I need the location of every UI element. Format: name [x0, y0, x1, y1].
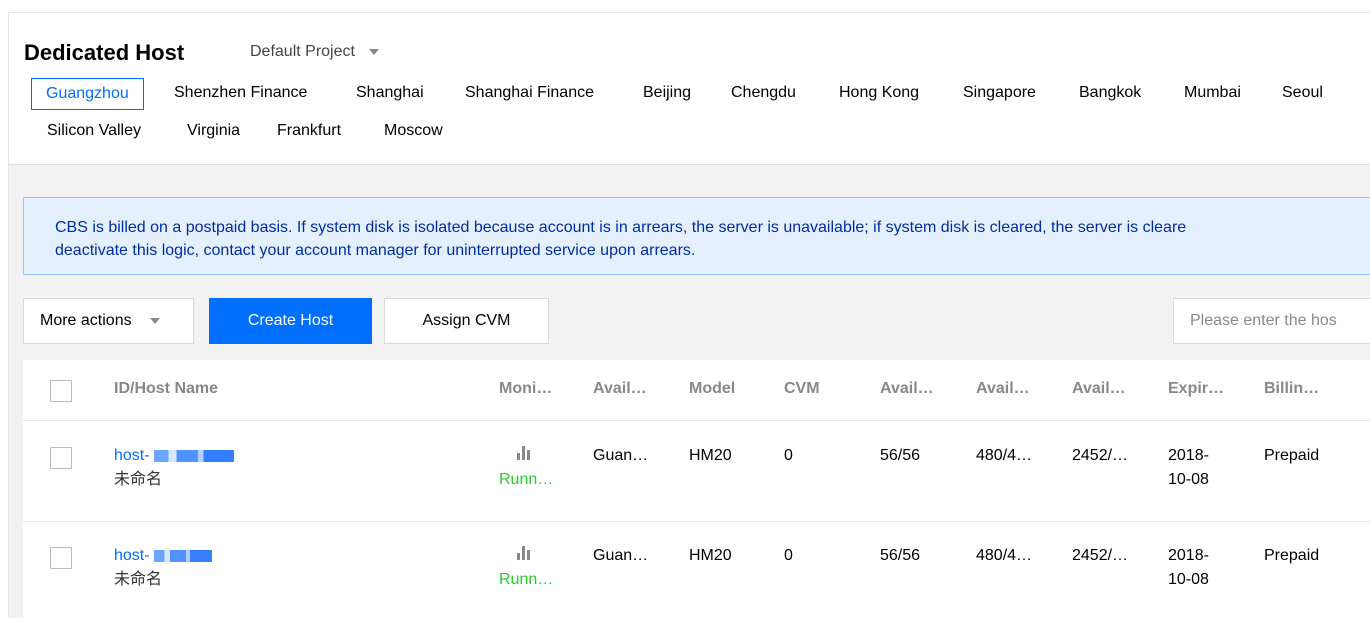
- table-row: host- 未命名 Runn… Guan… HM20 0 56/56 480/4…: [23, 522, 1370, 618]
- billing-notice: CBS is billed on a postpaid basis. If sy…: [23, 197, 1370, 275]
- caret-down-icon: [149, 318, 160, 324]
- region-tab-shanghai-finance[interactable]: Shanghai Finance: [465, 78, 594, 110]
- notice-line-2: deactivate this logic, contact your acco…: [55, 242, 696, 259]
- redacted-id: [153, 450, 234, 462]
- column-header-expiry[interactable]: Expir…: [1168, 380, 1224, 398]
- row-checkbox[interactable]: [50, 447, 72, 469]
- expiry-date-line-2: 10-08: [1168, 571, 1209, 588]
- page-title: Dedicated Host: [24, 40, 185, 65]
- column-header-monitoring[interactable]: Moni…: [499, 380, 552, 398]
- host-id: host-: [114, 547, 150, 564]
- column-header-billing[interactable]: Billin…: [1264, 380, 1319, 398]
- column-header-available-memory[interactable]: Avail…: [976, 380, 1030, 398]
- billing-cell: Prepaid: [1264, 447, 1320, 464]
- region-tab-singapore[interactable]: Singapore: [963, 78, 1036, 110]
- vcpu-cell: 56/56: [880, 547, 921, 564]
- cvm-cell: 0: [784, 547, 793, 564]
- column-header-model[interactable]: Model: [689, 380, 735, 398]
- table-row: host- 未命名 Runn… Guan… HM20 0 56/56 480/4…: [23, 422, 1370, 522]
- host-table: ID/Host Name Moni… Avail… Model CVM Avai…: [23, 360, 1370, 618]
- region-tab-mumbai[interactable]: Mumbai: [1184, 78, 1241, 110]
- region-tab-virginia[interactable]: Virginia: [187, 116, 240, 148]
- table-header: ID/Host Name Moni… Avail… Model CVM Avai…: [23, 360, 1370, 421]
- more-actions-label: More actions: [40, 312, 132, 329]
- region-tab-moscow[interactable]: Moscow: [384, 116, 443, 148]
- host-id: host-: [114, 447, 150, 464]
- region-tab-beijing[interactable]: Beijing: [643, 78, 691, 110]
- caret-down-icon: [368, 49, 379, 55]
- vcpu-cell: 56/56: [880, 447, 921, 464]
- host-name: 未命名: [114, 571, 163, 588]
- search-input[interactable]: Please enter the hos: [1173, 298, 1370, 344]
- billing-cell: Prepaid: [1264, 547, 1320, 564]
- row-checkbox[interactable]: [50, 547, 72, 569]
- assign-cvm-button[interactable]: Assign CVM: [384, 298, 549, 344]
- select-all-checkbox[interactable]: [50, 380, 72, 402]
- region-tab-chengdu[interactable]: Chengdu: [731, 78, 796, 110]
- region-tab-shanghai[interactable]: Shanghai: [356, 78, 424, 110]
- project-label: Default Project: [250, 43, 355, 60]
- memory-cell: 480/4…: [976, 547, 1033, 564]
- storage-cell: 2452/…: [1072, 447, 1129, 464]
- create-host-button[interactable]: Create Host: [209, 298, 372, 344]
- zone-cell: Guan…: [593, 547, 649, 564]
- toolbar: More actions Create Host Assign CVM Plea…: [23, 298, 1370, 344]
- column-header-cvm[interactable]: CVM: [784, 380, 820, 398]
- cvm-cell: 0: [784, 447, 793, 464]
- expiry-date-line-2: 10-08: [1168, 471, 1209, 488]
- page-canvas: Dedicated Host Default Project Guangzhou…: [8, 12, 1370, 618]
- region-tab-shenzhen-finance[interactable]: Shenzhen Finance: [174, 78, 307, 110]
- storage-cell: 2452/…: [1072, 547, 1129, 564]
- bar-chart-icon[interactable]: [517, 444, 530, 460]
- status-running: Runn…: [499, 571, 554, 588]
- more-actions-button[interactable]: More actions: [23, 298, 194, 344]
- column-header-available-vcpu[interactable]: Avail…: [880, 380, 934, 398]
- region-tab-guangzhou[interactable]: Guangzhou: [31, 78, 144, 110]
- notice-line-1: CBS is billed on a postpaid basis. If sy…: [55, 219, 1187, 236]
- region-tab-silicon-valley[interactable]: Silicon Valley: [47, 116, 141, 148]
- page-header: Dedicated Host Default Project Guangzhou…: [9, 13, 1370, 165]
- region-tab-hong-kong[interactable]: Hong Kong: [839, 78, 919, 110]
- bar-chart-icon[interactable]: [517, 544, 530, 560]
- model-cell: HM20: [689, 447, 732, 464]
- expiry-date-line-1: 2018-: [1168, 547, 1209, 564]
- column-header-availability-zone[interactable]: Avail…: [593, 380, 647, 398]
- expiry-date-line-1: 2018-: [1168, 447, 1209, 464]
- region-tab-bangkok[interactable]: Bangkok: [1079, 78, 1141, 110]
- host-name: 未命名: [114, 471, 163, 488]
- redacted-id: [153, 550, 212, 562]
- host-id-link[interactable]: host-: [114, 444, 234, 468]
- column-header-available-storage[interactable]: Avail…: [1072, 380, 1126, 398]
- status-running: Runn…: [499, 471, 554, 488]
- memory-cell: 480/4…: [976, 447, 1033, 464]
- model-cell: HM20: [689, 547, 732, 564]
- host-id-link[interactable]: host-: [114, 544, 212, 568]
- region-tab-frankfurt[interactable]: Frankfurt: [277, 116, 341, 148]
- zone-cell: Guan…: [593, 447, 649, 464]
- project-selector[interactable]: Default Project: [250, 43, 379, 61]
- region-tab-seoul[interactable]: Seoul: [1282, 78, 1323, 110]
- column-header-id[interactable]: ID/Host Name: [114, 380, 218, 398]
